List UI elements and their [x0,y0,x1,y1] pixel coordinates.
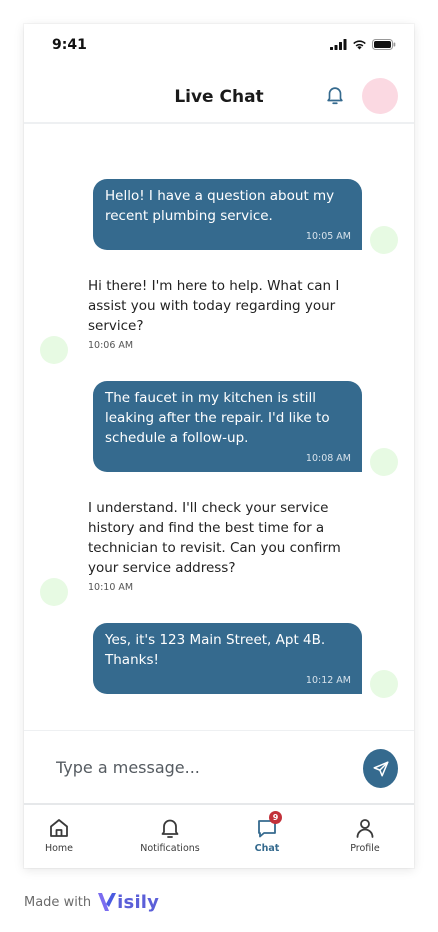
made-with-visily[interactable]: Made with isily [24,891,159,913]
message-time: 10:10 AM [88,582,134,593]
phone-frame: 9:41 Live Chat Hello! I have a question … [24,24,414,868]
nav-item-profile[interactable]: Profile [320,816,410,854]
chat-thread: Hello! I have a question about my recent… [24,124,414,730]
nav-label: Home [44,843,74,854]
send-icon [373,761,388,776]
bell-icon [327,87,343,105]
nav-label: Chat [254,843,280,854]
bell-icon [161,819,179,838]
user-avatar [370,448,398,476]
message-text: Yes, it's 123 Main Street, Apt 4B. Thank… [105,632,326,668]
home-icon [50,819,68,837]
message-text: Hello! I have a question about my recent… [105,188,335,224]
message-time: 10:06 AM [88,340,134,351]
status-icons [330,39,396,50]
message-text: The faucet in my kitchen is still leakin… [105,390,330,446]
battery-icon [372,39,396,50]
message-time: 10:12 AM [305,675,351,686]
message-time: 10:05 AM [305,231,351,242]
send-button[interactable] [363,749,398,788]
nav-item-home[interactable]: Home [24,816,104,854]
user-avatar [370,226,398,254]
bottom-nav: Home Notifications 9 Chat Profile [24,804,414,868]
notification-badge: 9 [269,811,282,824]
status-bar: 9:41 [24,24,414,68]
message-input[interactable] [40,749,340,785]
visily-logo: isily [97,891,159,913]
visily-v-icon [98,893,117,911]
signal-icon [330,39,347,50]
agent-avatar [40,336,68,364]
nav-label: Profile [350,843,380,854]
message-time: 10:08 AM [305,453,351,464]
avatar[interactable] [362,78,398,114]
agent-avatar [40,578,68,606]
agent-message: Hi there! I'm here to help. What can I a… [88,276,348,351]
nav-item-notifications[interactable]: Notifications [125,816,215,854]
wifi-icon [353,40,366,50]
made-with-text: Made with [24,894,92,910]
status-time: 9:41 [52,37,87,53]
visily-wordmark: isily [117,891,160,913]
message-text: I understand. I'll check your service hi… [88,500,341,576]
notifications-button[interactable] [324,84,346,106]
nav-label: Notifications [140,843,200,854]
message-composer [24,730,414,805]
user-message-bubble: Hello! I have a question about my recent… [93,179,362,250]
agent-message: I understand. I'll check your service hi… [88,498,348,593]
header: Live Chat [24,68,414,124]
nav-item-chat[interactable]: 9 Chat [222,811,312,854]
message-text: Hi there! I'm here to help. What can I a… [88,278,340,334]
user-message-bubble: Yes, it's 123 Main Street, Apt 4B. Thank… [93,623,362,694]
user-message-bubble: The faucet in my kitchen is still leakin… [93,381,362,472]
user-avatar [370,670,398,698]
page-title: Live Chat [174,87,264,107]
person-icon [356,819,374,838]
